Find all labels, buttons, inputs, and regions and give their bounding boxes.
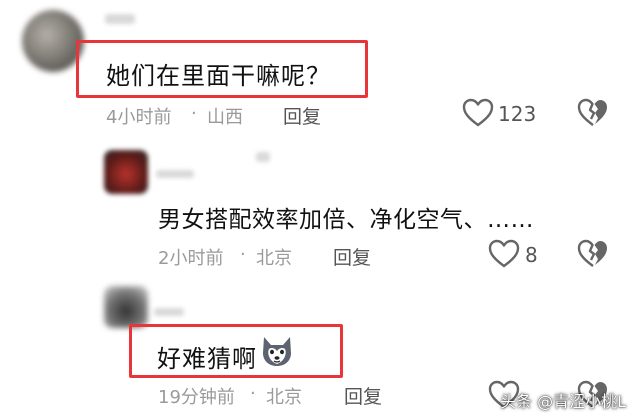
separator: · [240, 244, 246, 265]
watermark: 头条 @青涩小桃L [500, 392, 627, 411]
reply-button[interactable]: 回复 [344, 382, 382, 409]
avatar[interactable] [104, 286, 148, 328]
heart-icon[interactable] [488, 239, 520, 269]
comment-time: 19分钟前 [158, 387, 235, 408]
comment-1: 她们在里面干嘛呢？ 4小时前 · 山西 回复 123 [0, 0, 640, 140]
username-blurred[interactable] [154, 308, 184, 316]
comment-location: 山西 [207, 107, 243, 128]
comment-text: 她们在里面干嘛呢？ [106, 62, 331, 90]
heart-icon[interactable] [462, 98, 494, 128]
username-blurred[interactable] [156, 170, 194, 178]
avatar[interactable] [22, 10, 84, 72]
broken-heart-icon[interactable] [577, 239, 609, 269]
comment-time: 2小时前 [158, 248, 224, 269]
reply-button[interactable]: 回复 [283, 102, 321, 129]
comment-text: 男女搭配效率加倍、净化空气、…… [158, 207, 534, 233]
avatar[interactable] [104, 150, 148, 194]
like-count: 123 [498, 102, 537, 126]
separator: · [250, 383, 256, 404]
husky-emoji-icon [259, 335, 295, 367]
like-count: 8 [525, 243, 538, 267]
author-tag-blurred [256, 152, 270, 162]
comment-location: 北京 [256, 248, 292, 269]
separator: · [191, 103, 197, 124]
comment-2: 男女搭配效率加倍、净化空气、…… 2小时前 · 北京 回复 8 [0, 140, 640, 280]
comment-text: 好难猜啊 [157, 345, 257, 373]
reply-button[interactable]: 回复 [333, 243, 371, 270]
comment-time: 4小时前 [106, 107, 172, 128]
comment-location: 北京 [266, 387, 302, 408]
broken-heart-icon[interactable] [577, 98, 609, 128]
username-blurred[interactable] [105, 14, 135, 24]
